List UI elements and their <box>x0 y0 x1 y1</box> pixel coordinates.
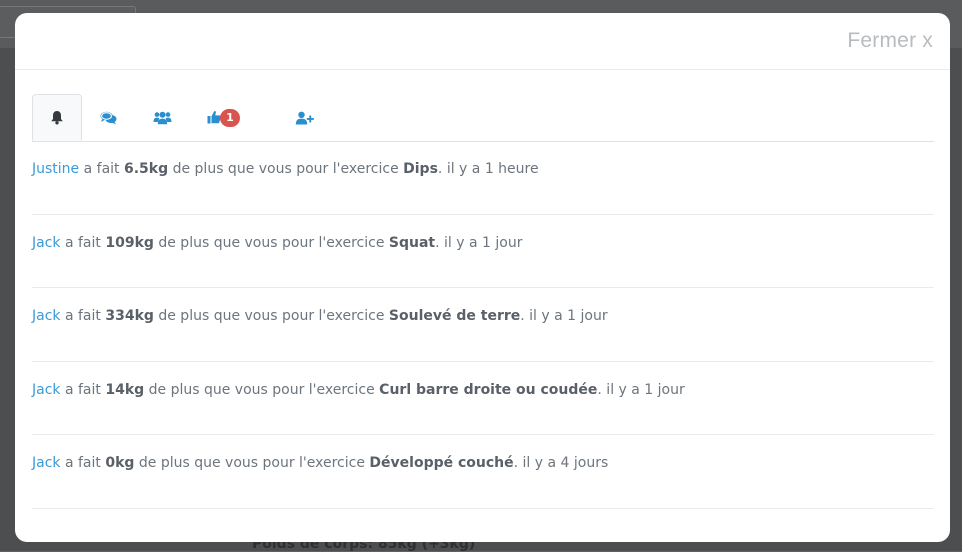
list-item: Justine a fait 6.5kg de plus que vous po… <box>32 141 934 215</box>
users-icon <box>153 111 172 125</box>
list-item: Jack a fait 109kg de plus que vous pour … <box>32 215 934 288</box>
tab-add-friend[interactable] <box>280 94 328 141</box>
bell-icon <box>50 110 64 125</box>
notifications-modal: Fermer x 1 Justine a fait 6.5kg de plus … <box>15 13 950 542</box>
list-item: Jack a fait 0kg de plus que vous pour l'… <box>32 435 934 509</box>
comments-icon <box>100 111 117 125</box>
thumbs-up-icon <box>207 110 221 124</box>
tab-friends[interactable] <box>138 94 186 141</box>
notification-tabs: 1 <box>32 94 934 142</box>
tab-notifications[interactable] <box>32 94 82 141</box>
user-link[interactable]: Jack <box>32 382 61 398</box>
likes-count-badge: 1 <box>220 109 240 127</box>
user-link[interactable]: Jack <box>32 235 61 251</box>
notification-feed: Justine a fait 6.5kg de plus que vous po… <box>32 141 934 509</box>
user-plus-icon <box>295 111 314 125</box>
close-button[interactable]: Fermer x <box>847 29 933 53</box>
list-item: Jack a fait 334kg de plus que vous pour … <box>32 288 934 362</box>
modal-header: Fermer x <box>15 13 950 70</box>
user-link[interactable]: Justine <box>32 161 79 177</box>
user-link[interactable]: Jack <box>32 455 61 471</box>
tab-likes[interactable]: 1 <box>198 94 246 141</box>
tab-comments[interactable] <box>84 94 132 141</box>
list-item: Jack a fait 14kg de plus que vous pour l… <box>32 362 934 435</box>
user-link[interactable]: Jack <box>32 308 61 324</box>
